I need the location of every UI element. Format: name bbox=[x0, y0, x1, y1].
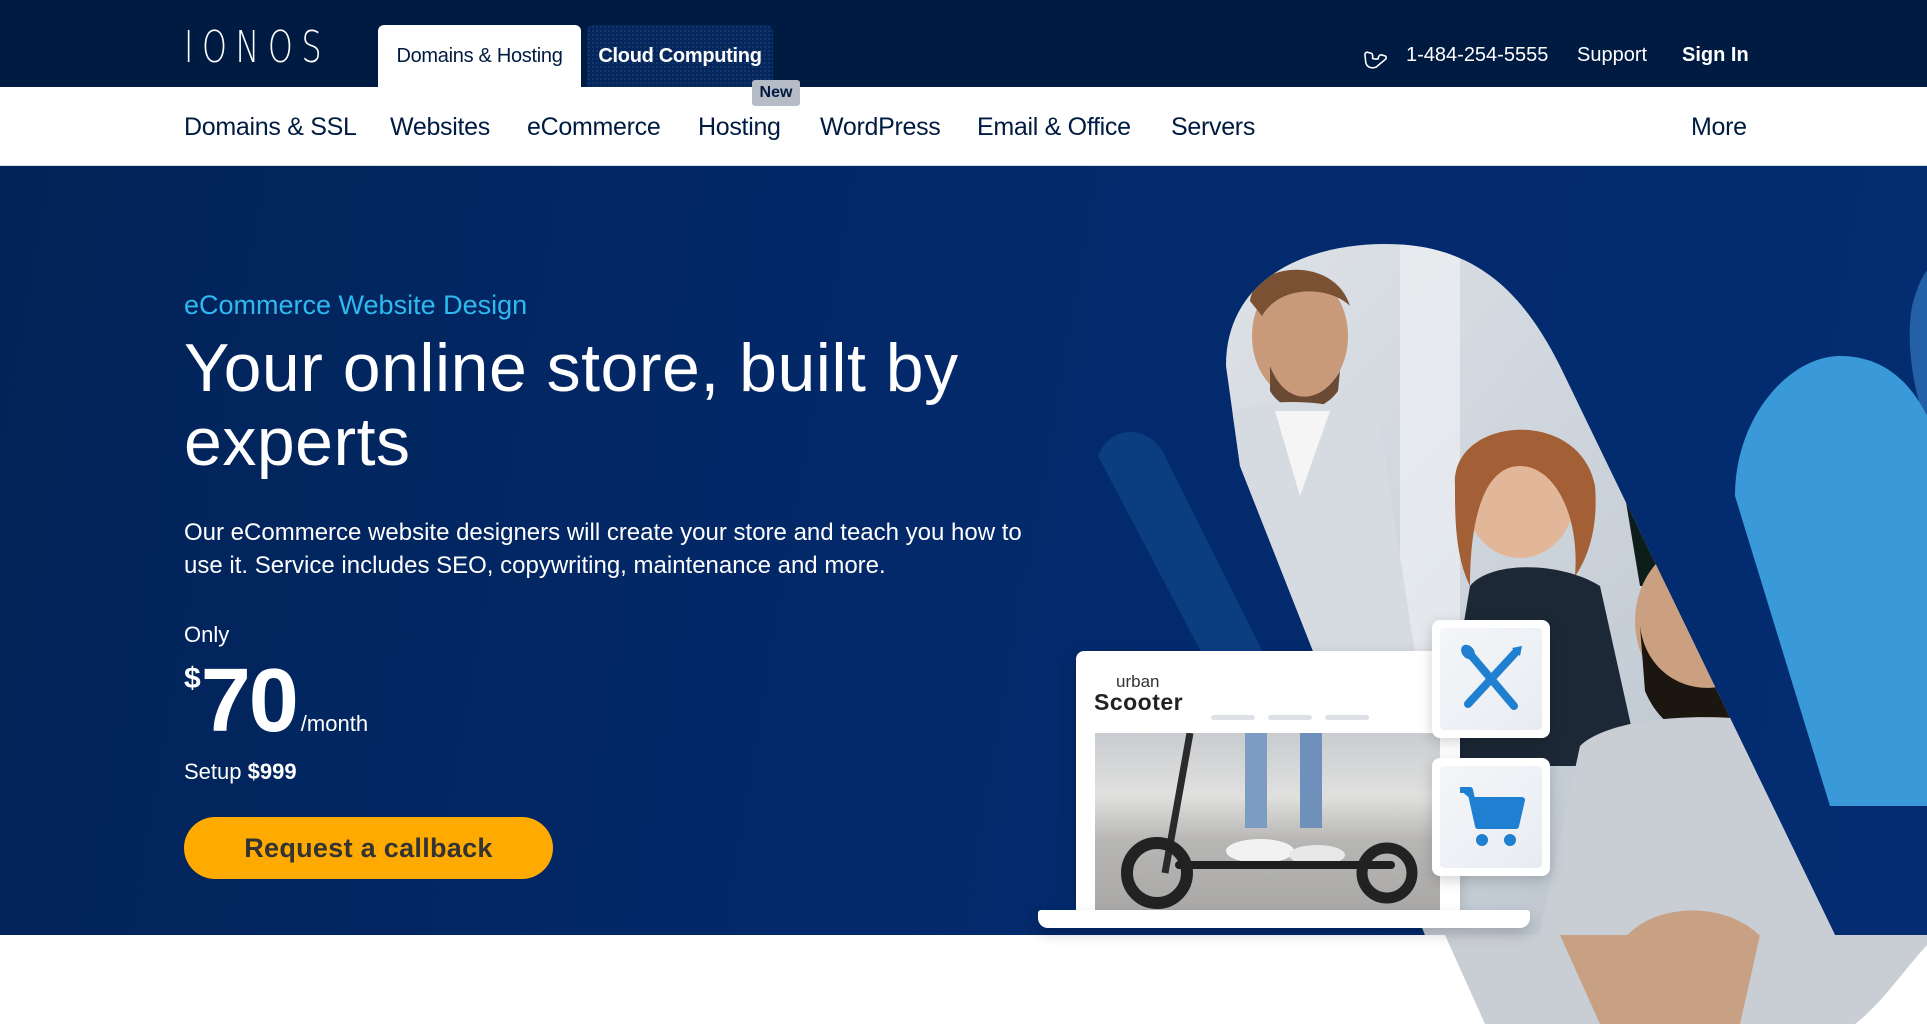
design-tools-card bbox=[1432, 620, 1550, 738]
setup-price: $999 bbox=[247, 759, 297, 784]
price-period: /month bbox=[300, 711, 369, 736]
new-badge: New bbox=[752, 80, 800, 106]
price: $70/month bbox=[184, 656, 368, 746]
shopping-cart-card bbox=[1432, 758, 1550, 876]
photo-overflow bbox=[1445, 935, 1927, 1024]
store-mockup-screen: urban Scooter bbox=[1076, 651, 1460, 913]
hero-description: Our eCommerce website designers will cre… bbox=[184, 519, 1022, 579]
nav-item-websites[interactable]: Websites bbox=[390, 111, 490, 143]
hero-headline: Your online store, built by experts bbox=[184, 330, 959, 480]
nav-item-wordpress[interactable]: WordPress bbox=[820, 111, 941, 143]
price-amount: 70 bbox=[200, 651, 299, 751]
ionos-logo[interactable]: IONOS bbox=[184, 24, 330, 72]
nav-item-domains-ssl[interactable]: Domains & SSL bbox=[184, 111, 357, 143]
sign-in-link[interactable]: Sign In bbox=[1682, 40, 1749, 70]
price-currency: $ bbox=[184, 662, 201, 695]
nav-item-hosting[interactable]: Hosting bbox=[698, 111, 781, 143]
top-bar: IONOS Domains & Hosting Cloud Computing … bbox=[0, 0, 1927, 87]
mockup-brand-big: Scooter bbox=[1094, 689, 1184, 715]
hero-content: eCommerce Website Design Your online sto… bbox=[0, 166, 1927, 935]
nav-item-more[interactable]: More bbox=[1691, 111, 1747, 143]
hero-eyebrow: eCommerce Website Design bbox=[184, 290, 528, 320]
laptop-base bbox=[1038, 910, 1530, 928]
nav-item-ecommerce[interactable]: eCommerce bbox=[527, 111, 661, 143]
request-callback-button[interactable]: Request a callback bbox=[184, 817, 553, 879]
tab-cloud-computing[interactable]: Cloud Computing bbox=[587, 25, 773, 87]
tab-domains-hosting[interactable]: Domains & Hosting bbox=[378, 25, 581, 87]
nav-item-servers[interactable]: Servers bbox=[1171, 111, 1255, 143]
scooter-photo bbox=[1095, 733, 1440, 913]
phone-number-link[interactable]: 1-484-254-5555 bbox=[1406, 40, 1548, 70]
design-tools-icon bbox=[1461, 644, 1522, 710]
main-nav: Domains & SSL Websites eCommerce Hosting… bbox=[0, 87, 1927, 166]
mockup-nav-placeholder bbox=[1211, 715, 1255, 720]
setup-fee: Setup $999 bbox=[184, 758, 297, 786]
phone-icon[interactable] bbox=[1358, 38, 1392, 72]
nav-item-email-office[interactable]: Email & Office bbox=[977, 111, 1131, 143]
shopping-cart-icon bbox=[1460, 787, 1525, 846]
price-prefix: Only bbox=[184, 622, 230, 647]
setup-label: Setup bbox=[184, 759, 242, 784]
support-link[interactable]: Support bbox=[1577, 40, 1647, 70]
scooter-illustration bbox=[1121, 733, 1418, 909]
mockup-nav-placeholder bbox=[1268, 715, 1312, 720]
mockup-nav-placeholder bbox=[1325, 715, 1369, 720]
